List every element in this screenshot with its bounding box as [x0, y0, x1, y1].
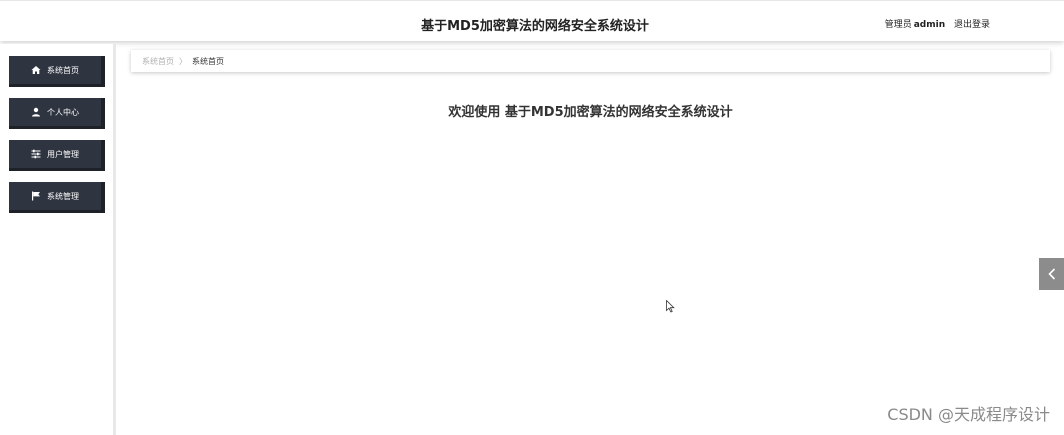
chevron-left-icon: [1047, 268, 1055, 280]
sidebar-item-label: 系统首页: [47, 65, 79, 75]
sidebar-item-home[interactable]: 系统首页: [9, 56, 105, 87]
top-header: 基于MD5加密算法的网络安全系统设计 管理员 admin 退出登录: [0, 0, 1064, 41]
username-label: admin: [913, 20, 946, 30]
header-user-area: 管理员 admin 退出登录: [879, 17, 990, 30]
home-icon: [31, 65, 41, 75]
user-icon: [31, 107, 41, 117]
collapse-panel-button[interactable]: [1039, 258, 1064, 290]
sidebar-item-label: 用户管理: [47, 149, 79, 159]
mouse-cursor-icon: [666, 300, 675, 313]
sliders-icon: [31, 149, 41, 159]
sidebar: 系统首页 个人中心 用户管理 系统管理: [0, 44, 116, 435]
watermark-text: CSDN @天成程序设计: [887, 405, 1050, 424]
breadcrumb-home-link[interactable]: 系统首页: [142, 57, 174, 66]
user-role-label: 管理员: [884, 20, 912, 30]
breadcrumb-current: 系统首页: [192, 57, 224, 66]
sidebar-item-users[interactable]: 用户管理: [9, 140, 105, 171]
flag-icon: [31, 191, 41, 201]
sidebar-item-label: 系统管理: [47, 191, 79, 201]
sidebar-item-label: 个人中心: [47, 107, 79, 117]
welcome-heading: 欢迎使用 基于MD5加密算法的网络安全系统设计: [448, 105, 733, 120]
breadcrumb: 系统首页〉系统首页: [131, 50, 1050, 72]
breadcrumb-separator: 〉: [179, 57, 187, 66]
app-page: 基于MD5加密算法的网络安全系统设计 管理员 admin 退出登录 系统首页 个人…: [0, 0, 1064, 435]
sidebar-item-system[interactable]: 系统管理: [9, 182, 105, 213]
sidebar-item-profile[interactable]: 个人中心: [9, 98, 105, 129]
logout-link[interactable]: 退出登录: [954, 20, 990, 30]
